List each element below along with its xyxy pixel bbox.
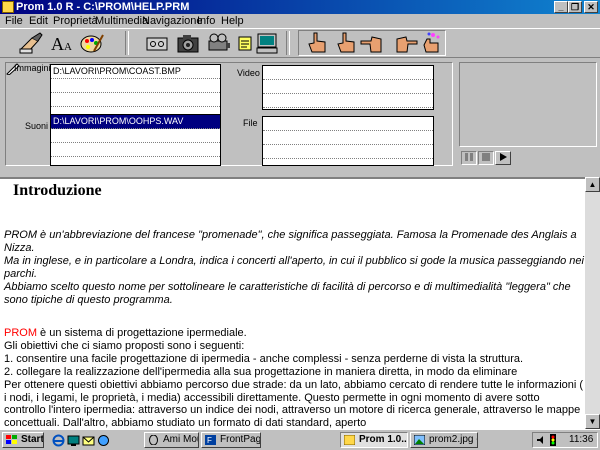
immagini-item[interactable]: D:\LAVORI\PROM\COAST.BMP [51, 65, 220, 79]
svg-text:F: F [207, 436, 212, 445]
hand-point-up-icon[interactable] [305, 31, 331, 55]
help-content: Introduzione PROM è un'abbreviazione del… [0, 177, 585, 429]
file-label: File [243, 118, 258, 128]
task-prom-active[interactable]: Prom 1.0... [340, 432, 408, 448]
scroll-down-button[interactable]: ▼ [585, 414, 600, 429]
play-button[interactable] [495, 151, 511, 165]
immagini-list[interactable]: D:\LAVORI\PROM\COAST.BMP [50, 64, 221, 117]
menu-help[interactable]: Help [221, 15, 244, 27]
hand-point-up-2-icon[interactable] [333, 31, 359, 55]
paragraph: Gli obiettivi che ci siamo proposti sono… [4, 340, 245, 352]
svg-text:A: A [51, 34, 64, 54]
immagini-label: Immagini [14, 63, 51, 73]
toolbar-separator [125, 31, 129, 55]
hand-magic-icon[interactable] [420, 31, 444, 55]
window-title: Prom 1.0 R - C:\PROM\HELP.PRM [16, 1, 190, 13]
paragraph: 2. collegare la realizzazione dell'iperm… [4, 366, 518, 378]
mouse-icon [149, 435, 158, 445]
close-button[interactable]: ✕ [584, 1, 598, 13]
image-viewer-icon [414, 435, 425, 445]
page-title: Introduzione [13, 182, 102, 199]
file-list[interactable] [262, 116, 434, 166]
tape-icon[interactable] [145, 31, 169, 55]
app-icon[interactable] [2, 1, 14, 13]
paragraph: Abbiamo scelto questo nome per sottoline… [4, 281, 571, 306]
pause-icon [465, 153, 473, 161]
palette-icon[interactable] [80, 31, 104, 55]
suoni-list[interactable]: D:\LAVORI\PROM\OOHPS.WAV [50, 114, 221, 166]
prom-app-icon [344, 435, 355, 445]
stop-button[interactable] [478, 151, 494, 165]
video-label: Video [237, 68, 260, 78]
menu-navigazione[interactable]: Navigazione [142, 15, 203, 27]
video-list[interactable] [262, 65, 434, 110]
hand-point-right-icon[interactable] [391, 31, 419, 55]
paragraph: Per ottenere questi obiettivi abbiamo pe… [4, 379, 584, 429]
menu-bar: File Edit Proprietà Multimedia Navigazio… [0, 14, 600, 28]
outlook-icon[interactable] [82, 434, 95, 447]
task-frontpage[interactable]: F FrontPage ... [201, 432, 261, 448]
scroll-up-button[interactable]: ▲ [585, 177, 600, 192]
internet-explorer-icon[interactable] [52, 434, 65, 447]
camera-icon[interactable] [176, 31, 200, 55]
suoni-item-selected[interactable]: D:\LAVORI\PROM\OOHPS.WAV [51, 115, 220, 129]
suoni-label: Suoni [25, 121, 49, 131]
svg-text:A: A [64, 41, 72, 53]
paragraph: 1. consentire una facile progettazione d… [4, 353, 524, 365]
task-prom2-jpg[interactable]: prom2.jpg - ... [410, 432, 478, 448]
note-icon[interactable] [236, 31, 254, 55]
paragraph: PROM è un'abbreviazione del francese "pr… [4, 229, 577, 254]
volume-icon[interactable] [536, 435, 546, 445]
taskbar: Start Ami Mouse ... F FrontPage ... Prom… [0, 429, 600, 450]
clock: 11:36 [569, 434, 594, 445]
computer-icon[interactable] [255, 31, 279, 55]
system-tray: 11:36 [532, 432, 598, 448]
play-icon [500, 153, 507, 161]
stop-icon [482, 153, 490, 161]
menu-edit[interactable]: Edit [29, 15, 48, 27]
pause-button[interactable] [461, 151, 477, 165]
channels-icon[interactable] [97, 434, 110, 447]
projector-icon[interactable] [207, 31, 231, 55]
menu-multimedia[interactable]: Multimedia [95, 15, 148, 27]
restore-button[interactable]: ❐ [568, 1, 582, 13]
menu-file[interactable]: File [5, 15, 23, 27]
hand-point-left-icon[interactable] [359, 31, 387, 55]
paragraph: PROM è un sistema di progettazione iperm… [4, 327, 247, 339]
menu-proprieta[interactable]: Proprietà [53, 15, 98, 27]
frontpage-icon: F [205, 435, 216, 445]
windows-logo-icon [6, 435, 17, 444]
task-ami-mouse[interactable]: Ami Mouse ... [144, 432, 199, 448]
menu-info[interactable]: Info [197, 15, 215, 27]
prom-highlight: PROM [4, 327, 37, 339]
minimize-button[interactable]: _ [554, 1, 568, 13]
media-preview [459, 62, 597, 147]
font-size-icon[interactable]: AA [50, 31, 76, 55]
toolbar-separator [286, 31, 290, 55]
desktop-icon[interactable] [67, 434, 80, 447]
hand-pen-icon[interactable] [18, 31, 44, 55]
toolbar: AA [0, 28, 600, 58]
title-bar[interactable]: Prom 1.0 R - C:\PROM\HELP.PRM _ ❐ ✕ [0, 0, 600, 14]
vertical-scrollbar[interactable]: ▲ ▼ [585, 177, 600, 429]
traffic-light-icon[interactable] [549, 434, 557, 446]
start-button[interactable]: Start [2, 432, 44, 448]
paragraph: Ma in inglese, e in particolare a Londra… [4, 255, 584, 280]
